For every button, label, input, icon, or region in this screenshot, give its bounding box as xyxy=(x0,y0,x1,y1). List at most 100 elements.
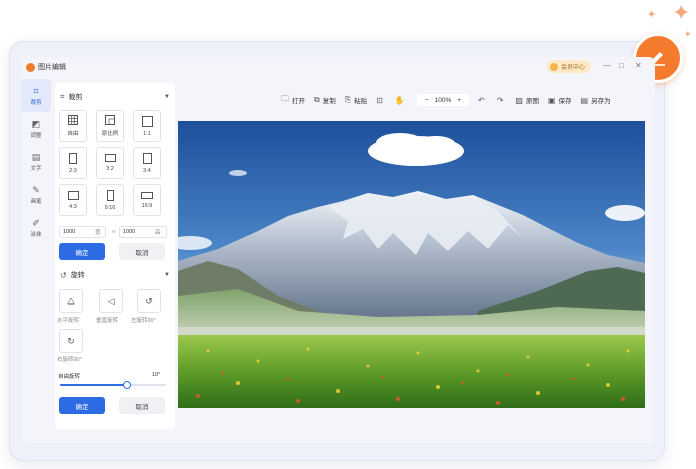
ratio-2-3[interactable]: 2:3 xyxy=(59,147,87,179)
ratio-label: 原比例 xyxy=(101,131,119,137)
rotate-left-label: 左旋转90° xyxy=(131,318,156,324)
rail-item-crop[interactable]: ⌗ 裁剪 xyxy=(21,79,51,112)
redo-button[interactable]: ↷ xyxy=(497,96,507,105)
rail-item-adjust[interactable]: ◩ 调整 xyxy=(21,112,51,145)
sparkle-icon: ✦ xyxy=(672,0,691,25)
link-icon[interactable]: ∞ xyxy=(112,226,116,238)
rotate-cancel-button[interactable]: 取消 xyxy=(119,397,165,414)
crop-panel: ⌗ 裁剪 ▼ 自由 原比例 1:1 2:3 3:2 3:4 4:3 9:16 1… xyxy=(55,83,175,429)
rail-item-label: 画笔 xyxy=(30,198,42,205)
close-button[interactable]: ✕ xyxy=(635,61,642,70)
ratio-label: 2:3 xyxy=(69,167,77,174)
hand-icon: ✋ xyxy=(394,95,405,105)
undo-icon: ↶ xyxy=(478,95,485,105)
save-as-button[interactable]: ▤ 另存为 xyxy=(580,95,611,106)
zoom-level: 100% xyxy=(434,96,452,104)
crop-icon: ⌗ xyxy=(60,92,65,101)
top-toolbar: 🗀 打开 ⧉ 复制 ⎘ 粘贴 ⊡ ✋ − 100% + ↶ ↷ ▨ 原图 ▣ 保存 ▤ 另存… xyxy=(281,93,620,107)
open-label: 打开 xyxy=(292,98,305,105)
crown-icon xyxy=(550,62,558,71)
member-center-button[interactable]: 会员中心 xyxy=(547,60,592,73)
rotate-slider[interactable] xyxy=(60,381,166,389)
ratio-free[interactable]: 自由 xyxy=(59,110,87,142)
rotate-confirm-button[interactable]: 确定 xyxy=(59,397,105,414)
original-ratio-icon xyxy=(105,115,115,125)
flip-vertical-button[interactable]: ◁ xyxy=(99,289,123,313)
rotate-section-header[interactable]: ↺ 旋转 ▼ xyxy=(60,268,170,282)
chevron-down-icon: ▼ xyxy=(164,272,170,278)
rail-item-smudge[interactable]: ✐ 涂抹 xyxy=(21,211,51,244)
rotate-left-button[interactable]: ↺ xyxy=(137,289,161,313)
ratio-1-1[interactable]: 1:1 xyxy=(133,110,161,142)
flip-vertical-label: 垂直旋转 xyxy=(96,318,119,324)
portrait-icon xyxy=(69,152,77,164)
crop-icon: ⌗ xyxy=(33,85,39,96)
rotate-icon: ↺ xyxy=(60,270,67,280)
ratio-16-9[interactable]: 16:9 xyxy=(133,184,161,216)
folder-icon: 🗀 xyxy=(281,94,289,103)
chevron-down-icon: ▼ xyxy=(164,94,170,100)
landscape-icon xyxy=(141,191,153,199)
open-button[interactable]: 🗀 打开 xyxy=(281,93,305,107)
height-value: 1000 xyxy=(123,229,136,235)
ratio-label: 自由 xyxy=(67,131,79,137)
flip-horizontal-button[interactable]: ⧋ xyxy=(59,289,83,313)
fit-screen-icon: ⊡ xyxy=(376,95,383,105)
original-image-button[interactable]: ▨ 原图 xyxy=(515,95,539,106)
ratio-9-16[interactable]: 9:16 xyxy=(96,184,124,216)
image-canvas[interactable] xyxy=(178,121,645,408)
copy-button[interactable]: ⧉ 复制 xyxy=(314,95,336,105)
image-icon: ▨ xyxy=(515,95,523,105)
crop-confirm-button[interactable]: 确定 xyxy=(59,243,105,260)
rotate-heading: 旋转 xyxy=(70,272,85,279)
app-logo-icon xyxy=(26,62,35,72)
zoom-control: − 100% + xyxy=(416,94,470,106)
rail-item-text[interactable]: ▤ 文字 xyxy=(21,145,51,178)
rotate-right-icon: ↻ xyxy=(67,335,75,346)
height-unit: 高 xyxy=(155,230,161,236)
undo-button[interactable]: ↶ xyxy=(478,96,488,105)
ratio-3-4[interactable]: 3:4 xyxy=(133,147,161,179)
portrait-icon xyxy=(106,189,114,201)
paste-button[interactable]: ⎘ 粘贴 xyxy=(345,95,367,105)
fit-screen-button[interactable]: ⊡ xyxy=(376,96,386,105)
minimize-button[interactable]: — xyxy=(603,61,611,70)
width-value: 1000 xyxy=(63,229,76,235)
crop-heading: 裁剪 xyxy=(68,94,83,101)
save-as-icon: ▤ xyxy=(580,95,589,105)
zoom-in-button[interactable]: + xyxy=(457,97,461,104)
rotate-right-button[interactable]: ↻ xyxy=(59,329,83,353)
ratio-original[interactable]: 原比例 xyxy=(96,110,124,142)
rotate-left-icon: ↺ xyxy=(145,295,153,306)
paste-label: 粘贴 xyxy=(354,98,368,105)
ratio-4-3[interactable]: 4:3 xyxy=(59,184,87,216)
ratio-label: 16:9 xyxy=(141,202,153,209)
ratio-label: 3:2 xyxy=(106,166,114,172)
pan-button[interactable]: ✋ xyxy=(395,96,408,105)
rotate-slider-thumb[interactable] xyxy=(122,381,131,389)
smudge-icon: ✐ xyxy=(32,217,40,228)
landscape-photo xyxy=(178,121,645,408)
app-title: 图片编辑 xyxy=(38,64,66,71)
save-button[interactable]: ▣ 保存 xyxy=(548,95,572,106)
rotate-slider-fill xyxy=(60,384,126,386)
app-window: 图片编辑 会员中心 — □ ✕ ⌗ 裁剪 ◩ 调整 ▤ 文字 ✎ 画笔 ✐ 涂抹 xyxy=(21,57,655,443)
ratio-label: 1:1 xyxy=(143,130,151,137)
ratio-label: 9:16 xyxy=(104,204,116,211)
tool-rail: ⌗ 裁剪 ◩ 调整 ▤ 文字 ✎ 画笔 ✐ 涂抹 xyxy=(21,79,51,443)
sparkle-icon: ✦ xyxy=(684,29,692,39)
member-label: 会员中心 xyxy=(561,65,586,71)
maximize-button[interactable]: □ xyxy=(619,61,624,70)
rail-item-label: 调整 xyxy=(30,132,42,139)
crop-cancel-button[interactable]: 取消 xyxy=(119,243,165,260)
copy-icon: ⧉ xyxy=(314,95,320,104)
zoom-out-button[interactable]: − xyxy=(425,97,429,104)
rail-item-label: 文字 xyxy=(30,165,42,172)
ratio-label: 3:4 xyxy=(143,167,151,174)
ratio-3-2[interactable]: 3:2 xyxy=(96,147,124,179)
rail-item-label: 涂抹 xyxy=(30,231,42,238)
width-unit: 宽 xyxy=(95,230,101,236)
rotate-right-label: 右旋转90° xyxy=(57,357,82,363)
crop-section-header[interactable]: ⌗ 裁剪 ▼ xyxy=(60,90,170,104)
rail-item-brush[interactable]: ✎ 画笔 xyxy=(21,178,51,211)
